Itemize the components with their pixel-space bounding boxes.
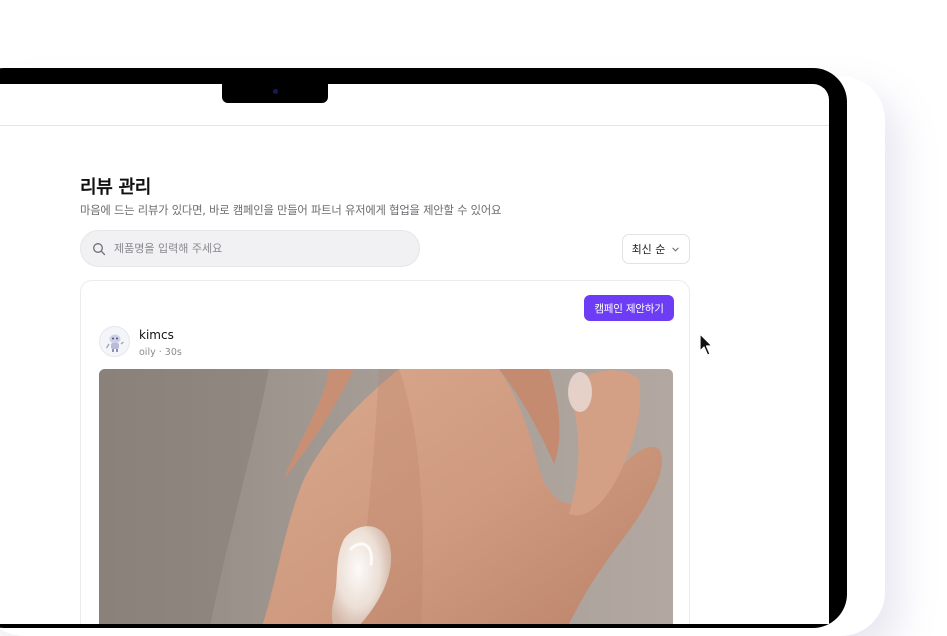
- mouse-pointer-icon: [699, 333, 713, 356]
- page-subtitle: 마음에 드는 리뷰가 있다면, 바로 캠페인을 만들어 파트너 유저에게 협업을…: [80, 204, 502, 217]
- user-meta: oily · 30s: [139, 347, 182, 358]
- chevron-down-icon: [672, 247, 680, 251]
- search-icon: [93, 242, 106, 255]
- camera-icon: [273, 89, 278, 94]
- search-bar[interactable]: [80, 230, 420, 267]
- username[interactable]: kimcs: [139, 328, 174, 342]
- review-photo[interactable]: [99, 369, 673, 624]
- search-input[interactable]: [112, 241, 406, 256]
- page-title: 리뷰 관리: [80, 177, 152, 198]
- avatar-robot-icon: [105, 334, 124, 352]
- sort-dropdown[interactable]: 최신 순: [622, 234, 690, 264]
- propose-campaign-button[interactable]: 캠페인 제안하기: [584, 295, 674, 321]
- hand-with-cream-image: [99, 369, 673, 624]
- camera-notch: [222, 82, 328, 103]
- header-divider: [0, 125, 829, 126]
- sort-label: 최신 순: [631, 243, 666, 256]
- review-card: 캠페인 제안하기 kimcs oily · 30s: [80, 280, 690, 624]
- avatar[interactable]: [99, 326, 130, 357]
